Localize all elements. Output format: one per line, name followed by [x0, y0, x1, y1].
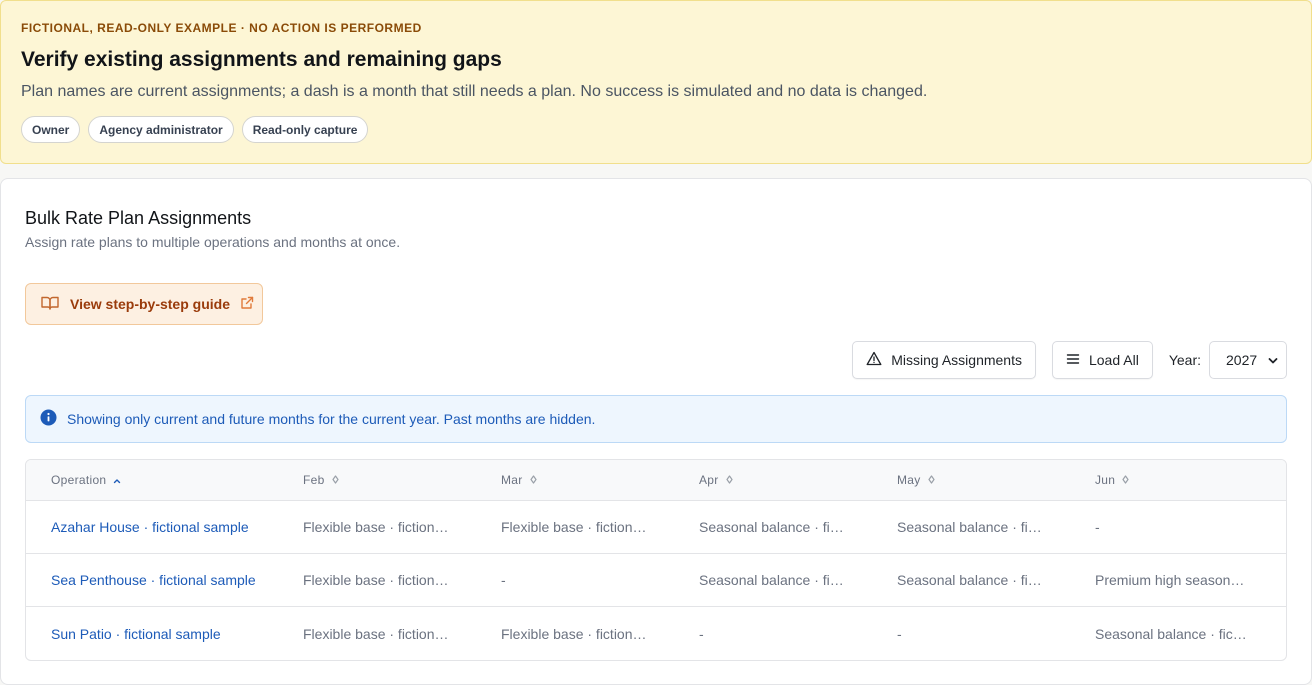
load-all-label: Load All: [1088, 352, 1139, 368]
sort-icon: [725, 473, 733, 487]
operation-link[interactable]: Azahar House · fictional sample: [51, 519, 291, 535]
assignment-cell[interactable]: Flexible base · fictional sample: [303, 519, 449, 535]
sort-icon: [331, 473, 339, 487]
chip-read-only-capture: Read-only capture: [241, 116, 369, 143]
year-filter: Year: 2027: [1169, 341, 1287, 379]
book-open-icon: [40, 295, 60, 314]
banner-description: Plan names are current assignments; a da…: [21, 83, 928, 100]
assignment-cell[interactable]: Seasonal balance · fictional sample: [897, 572, 1043, 588]
assignment-cell[interactable]: Seasonal balance · fictional sample: [1095, 626, 1247, 642]
assignment-cell[interactable]: Premium high season · fictional sample: [1095, 572, 1247, 588]
column-label: Apr: [699, 473, 719, 487]
column-header-apr[interactable]: Apr: [699, 473, 845, 487]
table-row: Sea Penthouse · fictional sample Flexibl…: [26, 554, 1286, 607]
column-label: Feb: [303, 473, 325, 487]
assignment-cell[interactable]: Flexible base · fictional sample: [303, 626, 449, 642]
operation-link[interactable]: Sea Penthouse · fictional sample: [51, 572, 291, 588]
bulk-assignments-card: Bulk Rate Plan Assignments Assign rate p…: [0, 178, 1312, 685]
chevron-down-icon: [1268, 352, 1278, 368]
year-value: 2027: [1226, 352, 1258, 368]
table-row: Azahar House · fictional sample Flexible…: [26, 501, 1286, 554]
assignment-cell[interactable]: Flexible base · fictional sample: [303, 572, 449, 588]
column-label: Operation: [51, 473, 107, 487]
external-link-icon: [240, 296, 254, 313]
info-alert: Showing only current and future months f…: [25, 395, 1287, 443]
chevron-up-icon: [113, 473, 121, 487]
assignment-cell[interactable]: Seasonal balance · fictional sample: [699, 519, 845, 535]
column-label: Mar: [501, 473, 523, 487]
assignment-cell[interactable]: Seasonal balance · fictional sample: [699, 572, 845, 588]
view-guide-label: View step-by-step guide: [70, 296, 230, 312]
assignment-cell[interactable]: Flexible base · fictional sample: [501, 519, 647, 535]
assignment-cell[interactable]: -: [1095, 519, 1247, 535]
info-circle-icon: [40, 409, 57, 429]
sort-icon: [1122, 473, 1129, 487]
assignment-cell[interactable]: -: [699, 626, 845, 642]
missing-assignments-button[interactable]: Missing Assignments: [852, 341, 1036, 379]
missing-assignments-label: Missing Assignments: [891, 352, 1022, 368]
sort-icon: [529, 473, 537, 487]
assignment-cell[interactable]: -: [897, 626, 1043, 642]
year-select[interactable]: 2027: [1209, 341, 1287, 379]
assignment-cell[interactable]: Seasonal balance · fictional sample: [897, 519, 1043, 535]
column-label: May: [897, 473, 921, 487]
list-icon: [1066, 352, 1080, 368]
table-header: Operation Feb Mar Apr May Jun: [26, 460, 1286, 501]
banner-eyebrow: FICTIONAL, READ-ONLY EXAMPLE · NO ACTION…: [21, 21, 422, 35]
table-row: Sun Patio · fictional sample Flexible ba…: [26, 607, 1286, 660]
chip-agency-administrator: Agency administrator: [88, 116, 234, 143]
warning-triangle-icon: [866, 351, 882, 369]
toolbar: Missing Assignments Load All Year: 2027: [852, 341, 1287, 379]
banner-title: Verify existing assignments and remainin…: [21, 48, 502, 71]
info-text: Showing only current and future months f…: [67, 411, 596, 427]
assignments-table: Operation Feb Mar Apr May Jun Azahar Hou…: [25, 459, 1287, 661]
load-all-button[interactable]: Load All: [1051, 341, 1153, 379]
column-header-may[interactable]: May: [897, 473, 1043, 487]
assignment-cell[interactable]: Flexible base · fictional sample: [501, 626, 647, 642]
assignment-cell[interactable]: -: [501, 572, 647, 588]
operation-link[interactable]: Sun Patio · fictional sample: [51, 626, 291, 642]
column-header-feb[interactable]: Feb: [303, 473, 449, 487]
page-title: Bulk Rate Plan Assignments: [25, 208, 252, 228]
sort-icon: [927, 473, 935, 487]
view-guide-button[interactable]: View step-by-step guide: [25, 283, 263, 325]
column-header-operation[interactable]: Operation: [51, 473, 291, 487]
column-header-mar[interactable]: Mar: [501, 473, 647, 487]
year-label: Year:: [1168, 352, 1201, 368]
chip-owner: Owner: [21, 116, 81, 143]
page-subtitle: Assign rate plans to multiple operations…: [25, 234, 401, 250]
column-header-jun[interactable]: Jun: [1095, 473, 1247, 487]
read-only-banner: FICTIONAL, READ-ONLY EXAMPLE · NO ACTION…: [0, 0, 1312, 164]
role-chips: Owner Agency administrator Read-only cap…: [21, 116, 1291, 143]
column-label: Jun: [1095, 473, 1116, 487]
